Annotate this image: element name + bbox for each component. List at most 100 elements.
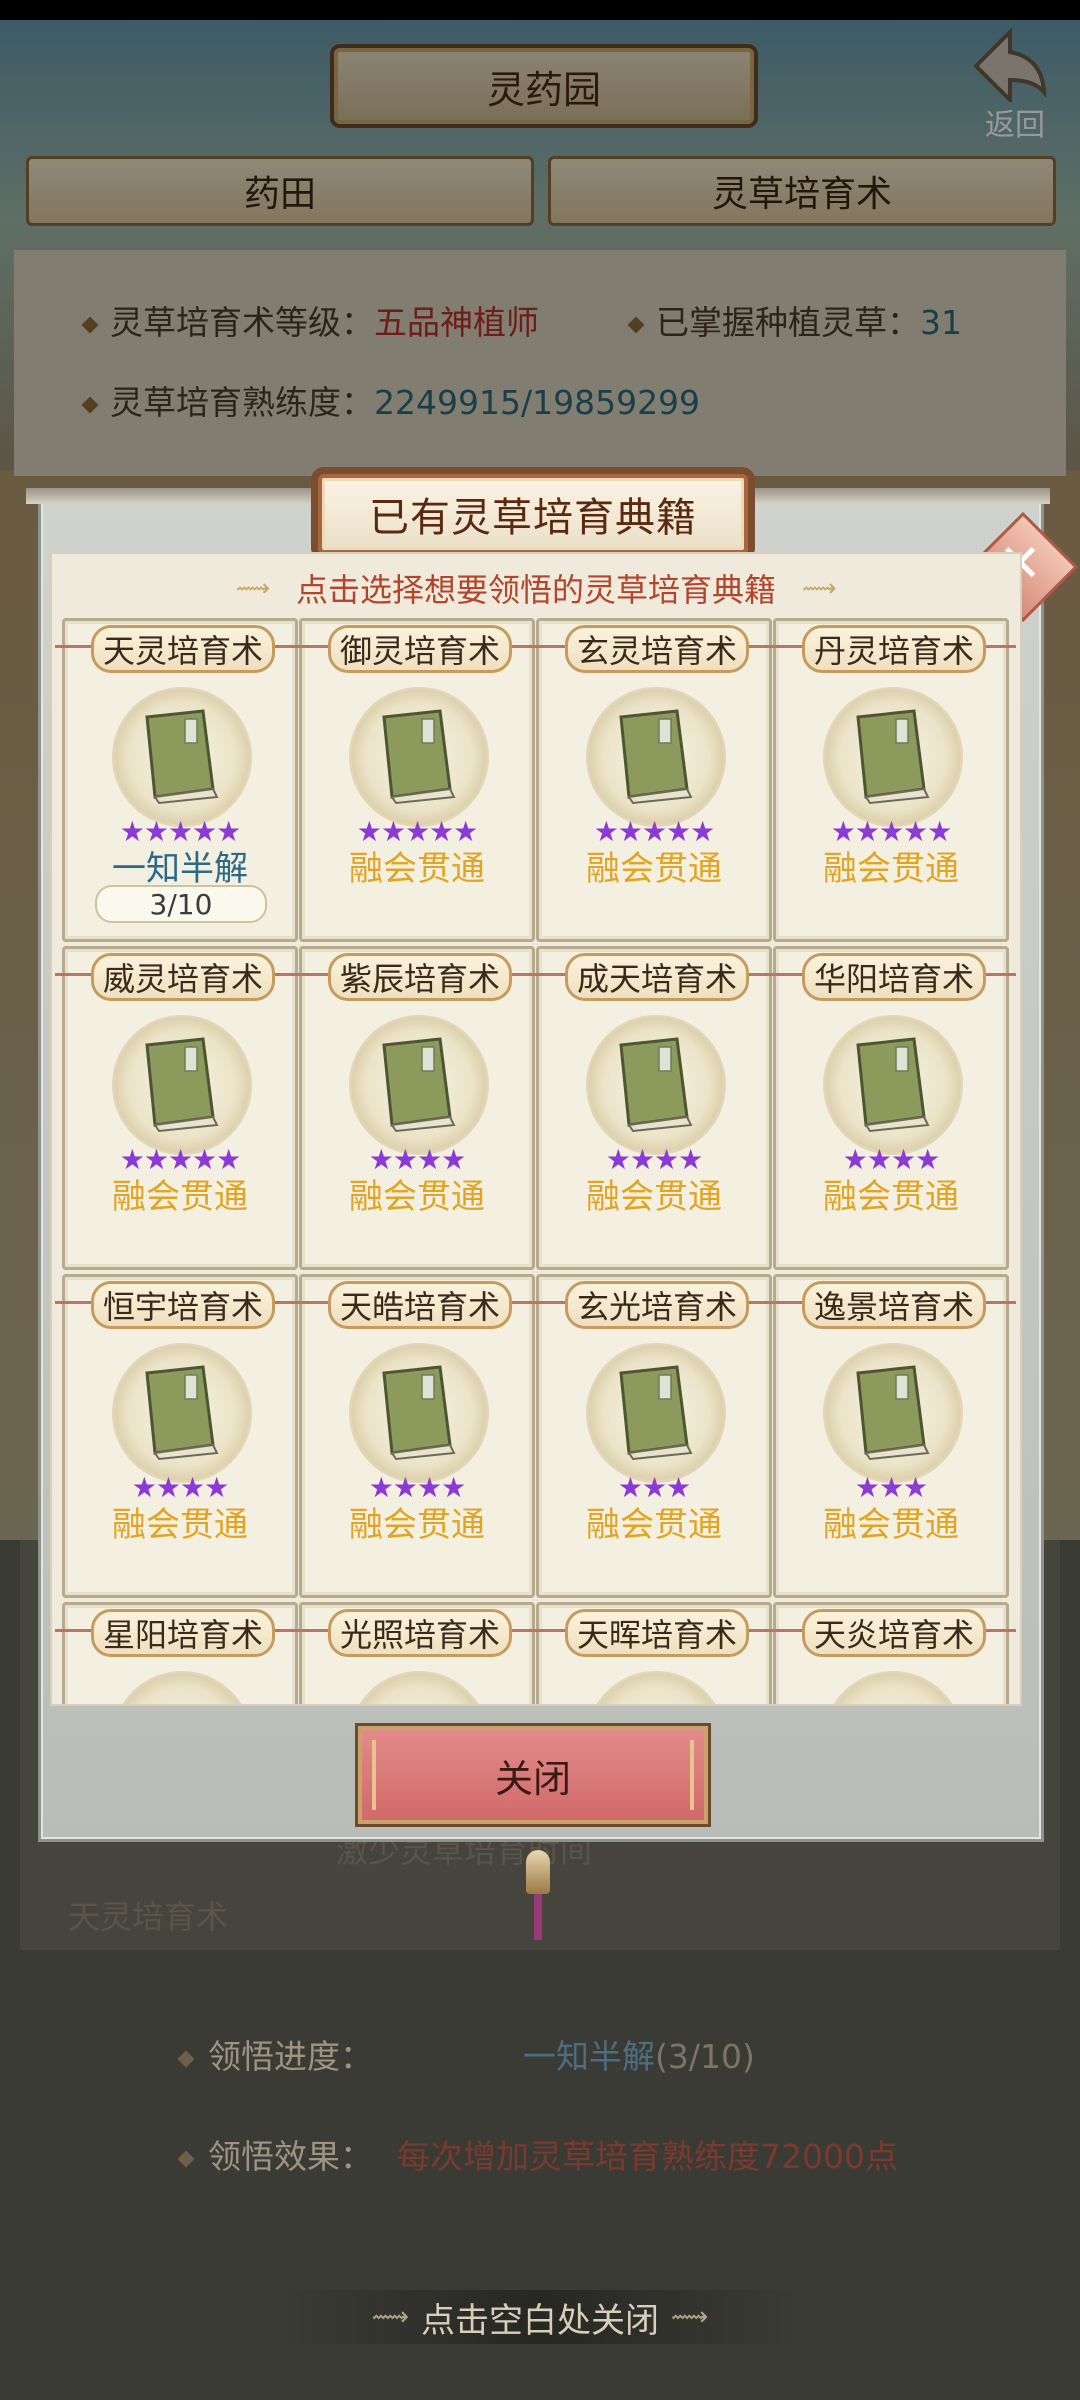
book-name: 丹灵培育术 bbox=[802, 625, 986, 673]
book-name: 成天培育术 bbox=[565, 953, 749, 1001]
proficiency-row: 灵草培育熟练度：2249915/19859299 bbox=[81, 376, 701, 424]
mastery-level: 融会贯通 bbox=[586, 1177, 722, 1217]
book-icon bbox=[856, 709, 930, 805]
diamond-bullet-icon bbox=[81, 396, 99, 413]
level-value: 五品神植师 bbox=[374, 303, 539, 342]
mastery-level: 融会贯通 bbox=[823, 1177, 959, 1217]
mastery-level: 融会贯通 bbox=[586, 1505, 722, 1545]
mastery-level: 融会贯通 bbox=[349, 849, 485, 889]
book-card[interactable]: 天晖培育术 bbox=[529, 1602, 779, 1704]
book-card[interactable]: 紫辰培育术 ★★★★ 融会贯通 bbox=[292, 946, 542, 1270]
close-button[interactable]: 关闭 bbox=[358, 1726, 708, 1824]
book-halo bbox=[112, 1671, 252, 1704]
back-label: 返回 bbox=[985, 108, 1045, 143]
book-card[interactable]: 玄灵培育术 ★★★★★ 融会贯通 bbox=[529, 618, 779, 942]
book-icon bbox=[619, 1037, 693, 1133]
effect-label: 领悟效果： bbox=[208, 2137, 373, 2176]
page-title: 灵药园 bbox=[330, 44, 758, 128]
mastery-level: 一知半解 bbox=[112, 849, 248, 889]
comprehension-progress-row: 领悟进度： 一知半解(3/10) bbox=[177, 2030, 755, 2078]
comprehension-effect-row: 领悟效果： 每次增加灵草培育熟练度72000点 bbox=[177, 2130, 898, 2178]
book-card[interactable]: 玄光培育术 ★★★ 融会贯通 bbox=[529, 1274, 779, 1598]
progress-level: 一知半解 bbox=[523, 2037, 655, 2076]
mastery-level: 融会贯通 bbox=[112, 1177, 248, 1217]
book-icon bbox=[382, 1365, 456, 1461]
swirl-ornament-icon: ⟿ bbox=[235, 574, 270, 602]
book-name: 玄光培育术 bbox=[565, 1281, 749, 1329]
book-card[interactable]: 御灵培育术 ★★★★★ 融会贯通 bbox=[292, 618, 542, 942]
level-row: 灵草培育术等级：五品神植师 bbox=[81, 296, 539, 344]
mastered-label: 已掌握种植灵草： bbox=[656, 303, 920, 342]
book-halo bbox=[586, 1671, 726, 1704]
diamond-bullet-icon bbox=[177, 2150, 195, 2167]
book-name: 天灵培育术 bbox=[91, 625, 275, 673]
status-bar bbox=[0, 0, 1080, 20]
book-icon bbox=[145, 1037, 219, 1133]
tab-medicine-field[interactable]: 药田 bbox=[26, 156, 534, 226]
book-card[interactable]: 威灵培育术 ★★★★★ 融会贯通 bbox=[55, 946, 305, 1270]
book-card[interactable]: 恒宇培育术 ★★★★ 融会贯通 bbox=[55, 1274, 305, 1598]
bell-ornament-icon bbox=[526, 1850, 550, 1894]
book-icon bbox=[856, 1365, 930, 1461]
book-icon bbox=[145, 1365, 219, 1461]
book-card[interactable]: 天皓培育术 ★★★★ 融会贯通 bbox=[292, 1274, 542, 1598]
proficiency-value: 2249915/19859299 bbox=[374, 383, 701, 422]
mastered-row: 已掌握种植灵草：31 bbox=[627, 296, 962, 344]
mastered-value: 31 bbox=[920, 303, 962, 342]
book-name: 天炎培育术 bbox=[802, 1609, 986, 1657]
subtitle-text: 点击选择想要领悟的灵草培育典籍 bbox=[295, 571, 776, 609]
mastery-level: 融会贯通 bbox=[823, 1505, 959, 1545]
book-card[interactable]: 华阳培育术 ★★★★ 融会贯通 bbox=[766, 946, 1016, 1270]
effect-value: 每次增加灵草培育熟练度72000点 bbox=[397, 2137, 898, 2176]
cultivation-info-panel: 灵草培育术等级：五品神植师 已掌握种植灵草：31 灵草培育熟练度：2249915… bbox=[14, 250, 1066, 476]
modal-title: 已有灵草培育典籍 bbox=[318, 474, 748, 554]
book-card[interactable]: 天灵培育术 ★★★★★ 一知半解 3/10 bbox=[55, 618, 305, 942]
book-card[interactable]: 天炎培育术 bbox=[766, 1602, 1016, 1704]
mastery-level: 融会贯通 bbox=[823, 849, 959, 889]
book-card[interactable]: 成天培育术 ★★★★ 融会贯通 bbox=[529, 946, 779, 1270]
book-name: 华阳培育术 bbox=[802, 953, 986, 1001]
swirl-ornament-icon: ⟿ bbox=[671, 2302, 709, 2332]
book-icon bbox=[145, 709, 219, 805]
book-icon bbox=[619, 1365, 693, 1461]
book-name: 光照培育术 bbox=[328, 1609, 512, 1657]
book-card[interactable]: 逸景培育术 ★★★ 融会贯通 bbox=[766, 1274, 1016, 1598]
tab-herb-cultivation[interactable]: 灵草培育术 bbox=[548, 156, 1056, 226]
book-icon bbox=[856, 1037, 930, 1133]
proficiency-label: 灵草培育熟练度： bbox=[110, 383, 374, 422]
diamond-bullet-icon bbox=[627, 316, 645, 333]
book-name: 紫辰培育术 bbox=[328, 953, 512, 1001]
mastery-level: 融会贯通 bbox=[349, 1177, 485, 1217]
swirl-ornament-icon: ⟿ bbox=[371, 2302, 409, 2332]
book-card[interactable]: 星阳培育术 bbox=[55, 1602, 305, 1704]
book-name: 天皓培育术 bbox=[328, 1281, 512, 1329]
back-arrow-icon bbox=[973, 28, 1047, 102]
mastery-progress: 3/10 bbox=[95, 885, 267, 923]
book-name: 御灵培育术 bbox=[328, 625, 512, 673]
back-button[interactable]: 返回 bbox=[960, 28, 1060, 143]
progress-count: (3/10) bbox=[655, 2037, 755, 2076]
book-name: 恒宇培育术 bbox=[91, 1281, 275, 1329]
book-name: 逸景培育术 bbox=[802, 1281, 986, 1329]
diamond-bullet-icon bbox=[81, 316, 99, 333]
hint-text: 点击空白处关闭 bbox=[421, 2300, 659, 2341]
mastery-level: 融会贯通 bbox=[586, 849, 722, 889]
book-icon bbox=[382, 709, 456, 805]
book-halo bbox=[823, 1671, 963, 1704]
swirl-ornament-icon: ⟿ bbox=[802, 574, 837, 602]
tap-blank-to-close-hint[interactable]: ⟿ 点击空白处关闭 ⟿ bbox=[280, 2290, 800, 2344]
book-card[interactable]: 光照培育术 bbox=[292, 1602, 542, 1704]
book-halo bbox=[349, 1671, 489, 1704]
book-name: 威灵培育术 bbox=[91, 953, 275, 1001]
book-icon bbox=[382, 1037, 456, 1133]
mastery-level: 融会贯通 bbox=[112, 1505, 248, 1545]
progress-label: 领悟进度： bbox=[208, 2037, 373, 2076]
book-card[interactable]: 丹灵培育术 ★★★★★ 融会贯通 bbox=[766, 618, 1016, 942]
book-name: 星阳培育术 bbox=[91, 1609, 275, 1657]
modal-subtitle: ⟿ 点击选择想要领悟的灵草培育典籍 ⟿ bbox=[52, 560, 1020, 616]
book-name: 天晖培育术 bbox=[565, 1609, 749, 1657]
mastery-level: 融会贯通 bbox=[349, 1505, 485, 1545]
selected-book-name: 天灵培育术 bbox=[68, 1898, 229, 1936]
tassel-ornament bbox=[534, 1894, 542, 1940]
diamond-bullet-icon bbox=[177, 2050, 195, 2067]
